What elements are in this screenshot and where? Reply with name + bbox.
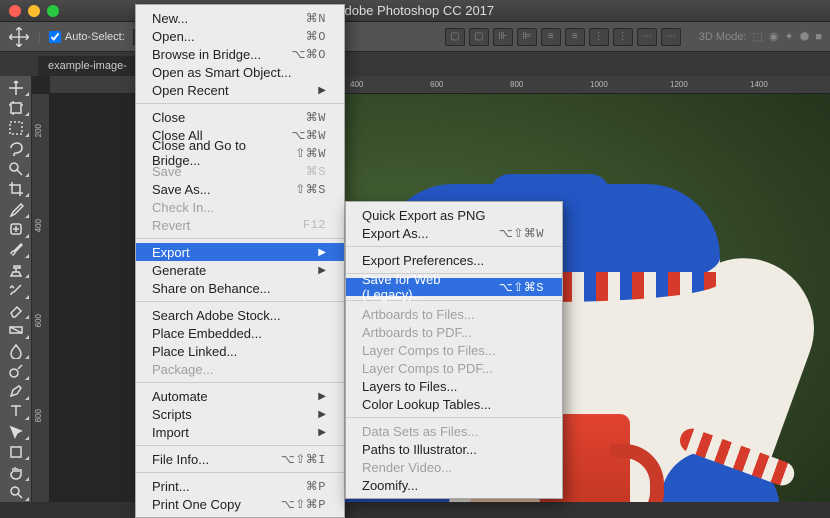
export-submenu: Quick Export as PNGExport As...⌥⇧⌘W Expor… — [345, 201, 563, 499]
lasso-tool[interactable] — [2, 139, 30, 158]
menu-item-place-embedded[interactable]: Place Embedded... — [136, 324, 344, 342]
menu-item-print-one-copy[interactable]: Print One Copy⌥⇧⌘P — [136, 495, 344, 513]
menu-item-layer-comps-to-files: Layer Comps to Files... — [346, 341, 562, 359]
menu-item-open[interactable]: Open...⌘O — [136, 27, 344, 45]
3d-icon[interactable]: ⬢ — [800, 30, 810, 43]
distribute-icon[interactable]: ⋯ — [661, 28, 681, 46]
menu-item-artboards-to-files: Artboards to Files... — [346, 305, 562, 323]
3d-icon[interactable]: ✦ — [785, 30, 794, 43]
menu-item-close[interactable]: Close⌘W — [136, 108, 344, 126]
align-icon[interactable]: ≡ — [565, 28, 585, 46]
auto-select-checkbox[interactable]: Auto-Select: — [49, 31, 125, 43]
rectangle-tool[interactable] — [2, 442, 30, 461]
menu-item-export-as[interactable]: Export As...⌥⇧⌘W — [346, 224, 562, 242]
zoom-tool[interactable] — [2, 483, 30, 502]
history-brush-tool[interactable] — [2, 280, 30, 299]
crop-tool[interactable] — [2, 179, 30, 198]
3d-icon[interactable]: ■ — [815, 31, 822, 43]
brush-tool[interactable] — [2, 240, 30, 259]
move-tool-icon[interactable] — [8, 26, 30, 48]
menu-item-print[interactable]: Print...⌘P — [136, 477, 344, 495]
menu-item-paths-to-illustrator[interactable]: Paths to Illustrator... — [346, 440, 562, 458]
align-icon[interactable]: ⊪ — [493, 28, 513, 46]
dodge-tool[interactable] — [2, 361, 30, 380]
options-bar: | Auto-Select: L ▢▢ ⊪⊫ ≡≡ ⋮⋮ ⋯⋯ 3D Mode:… — [0, 22, 830, 52]
distribute-icon[interactable]: ⋮ — [613, 28, 633, 46]
3d-icon[interactable]: ◉ — [769, 30, 779, 43]
ruler-vertical[interactable]: 200400600800 — [32, 94, 50, 502]
menu-item-place-linked[interactable]: Place Linked... — [136, 342, 344, 360]
pen-tool[interactable] — [2, 382, 30, 401]
menu-item-share-on-behance[interactable]: Share on Behance... — [136, 279, 344, 297]
auto-select-label: Auto-Select: — [65, 31, 125, 43]
eraser-tool[interactable] — [2, 301, 30, 320]
distribute-icon[interactable]: ⋯ — [637, 28, 657, 46]
marquee-tool[interactable] — [2, 118, 30, 137]
move-tool[interactable] — [2, 78, 30, 97]
3d-icon[interactable]: ⬚ — [753, 30, 763, 43]
menu-item-export-preferences[interactable]: Export Preferences... — [346, 251, 562, 269]
menu-item-check-in: Check In... — [136, 198, 344, 216]
menu-item-save-for-web-legacy[interactable]: Save for Web (Legacy)...⌥⇧⌘S — [346, 278, 562, 296]
app-title: Adobe Photoshop CC 2017 — [0, 3, 830, 18]
eyedropper-tool[interactable] — [2, 199, 30, 218]
menu-item-data-sets-as-files: Data Sets as Files... — [346, 422, 562, 440]
distribute-icon[interactable]: ⋮ — [589, 28, 609, 46]
menu-item-open-as-smart-object[interactable]: Open as Smart Object... — [136, 63, 344, 81]
menu-item-color-lookup-tables[interactable]: Color Lookup Tables... — [346, 395, 562, 413]
menu-item-zoomify[interactable]: Zoomify... — [346, 476, 562, 494]
menu-item-layer-comps-to-pdf: Layer Comps to PDF... — [346, 359, 562, 377]
menu-item-search-adobe-stock[interactable]: Search Adobe Stock... — [136, 306, 344, 324]
menu-item-save-as[interactable]: Save As...⇧⌘S — [136, 180, 344, 198]
menu-item-automate[interactable]: Automate▶ — [136, 387, 344, 405]
menu-item-new[interactable]: New...⌘N — [136, 9, 344, 27]
menu-item-export[interactable]: Export▶ — [136, 243, 344, 261]
align-icon[interactable]: ▢ — [445, 28, 465, 46]
document-tabs: example-image- × — [0, 52, 830, 76]
menu-item-render-video: Render Video... — [346, 458, 562, 476]
align-icon[interactable]: ▢ — [469, 28, 489, 46]
clone-tool[interactable] — [2, 260, 30, 279]
type-tool[interactable] — [2, 402, 30, 421]
menu-item-layers-to-files[interactable]: Layers to Files... — [346, 377, 562, 395]
align-icon[interactable]: ⊫ — [517, 28, 537, 46]
menu-item-package: Package... — [136, 360, 344, 378]
titlebar: Adobe Photoshop CC 2017 — [0, 0, 830, 22]
menu-item-quick-export-as-png[interactable]: Quick Export as PNG — [346, 206, 562, 224]
gradient-tool[interactable] — [2, 321, 30, 340]
align-icon[interactable]: ≡ — [541, 28, 561, 46]
healing-tool[interactable] — [2, 220, 30, 239]
tab-label: example-image- — [48, 60, 127, 72]
blur-tool[interactable] — [2, 341, 30, 360]
quick-select-tool[interactable] — [2, 159, 30, 178]
alignment-icons: ▢▢ ⊪⊫ ≡≡ ⋮⋮ ⋯⋯ — [445, 28, 681, 46]
menu-item-close-and-go-to-bridge[interactable]: Close and Go to Bridge...⇧⌘W — [136, 144, 344, 162]
menu-item-scripts[interactable]: Scripts▶ — [136, 405, 344, 423]
path-select-tool[interactable] — [2, 422, 30, 441]
menu-item-browse-in-bridge[interactable]: Browse in Bridge...⌥⌘O — [136, 45, 344, 63]
hand-tool[interactable] — [2, 462, 30, 481]
menu-item-open-recent[interactable]: Open Recent▶ — [136, 81, 344, 99]
menu-item-import[interactable]: Import▶ — [136, 423, 344, 441]
file-menu: New...⌘NOpen...⌘OBrowse in Bridge...⌥⌘OO… — [135, 4, 345, 518]
3d-mode: 3D Mode: ⬚ ◉ ✦ ⬢ ■ — [699, 30, 822, 43]
tools-panel — [0, 76, 32, 502]
menu-item-revert: RevertF12 — [136, 216, 344, 234]
menu-item-artboards-to-pdf: Artboards to PDF... — [346, 323, 562, 341]
menu-item-generate[interactable]: Generate▶ — [136, 261, 344, 279]
artboard-tool[interactable] — [2, 98, 30, 117]
menu-item-file-info[interactable]: File Info...⌥⇧⌘I — [136, 450, 344, 468]
